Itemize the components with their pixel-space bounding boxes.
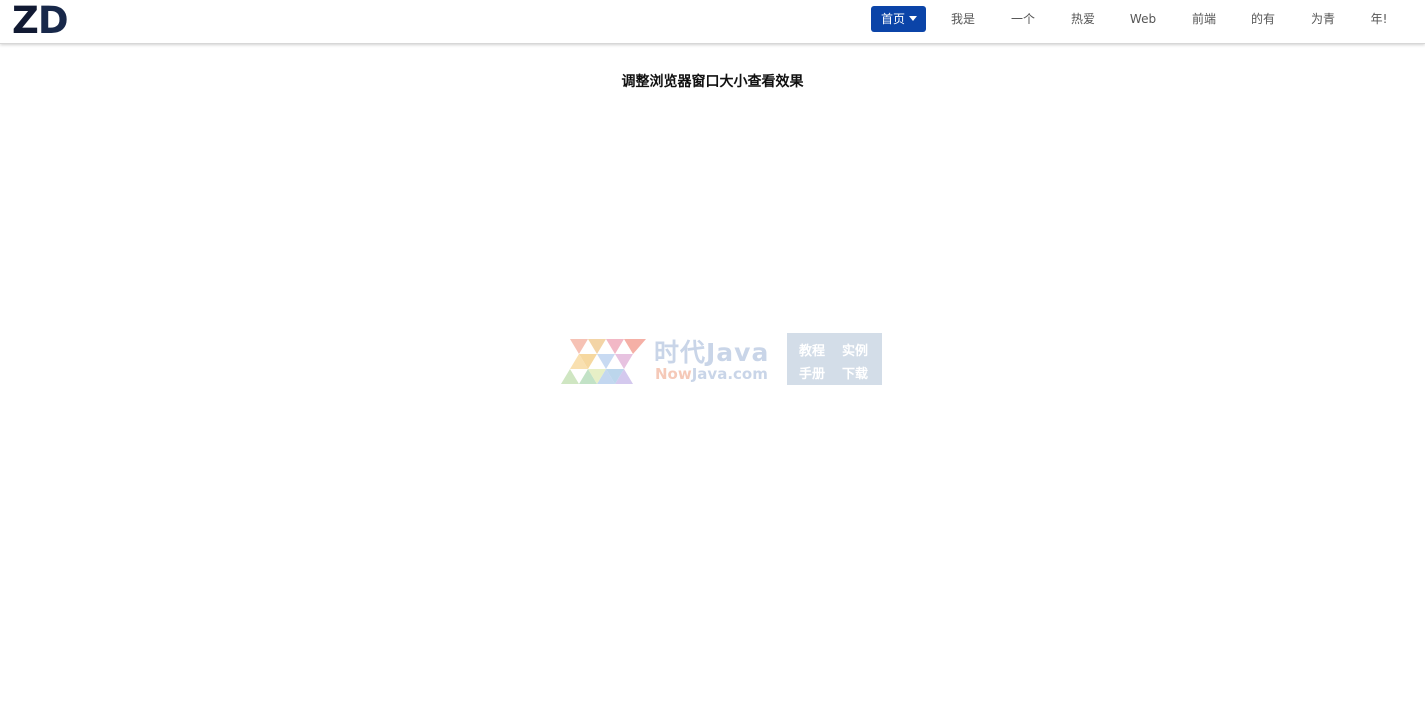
watermark-site-rest: Java.com bbox=[691, 365, 768, 383]
logo[interactable]: ZD bbox=[12, 0, 69, 42]
watermark-box: 教程 实例 手册 下载 bbox=[787, 333, 882, 385]
watermark-site-now: Now bbox=[655, 365, 692, 383]
nav-item-home[interactable]: 首页 bbox=[871, 6, 926, 32]
nav-item-7[interactable]: 为青 bbox=[1305, 6, 1341, 32]
watermark-logo-icon bbox=[561, 339, 646, 384]
logo-letter-z: Z bbox=[12, 0, 39, 42]
nav-item-5[interactable]: 前端 bbox=[1186, 6, 1222, 32]
nav-item-8[interactable]: 年! bbox=[1362, 6, 1396, 32]
watermark: 时代Java NowJava.com 教程 实例 手册 下载 bbox=[558, 333, 888, 388]
watermark-box-label: 手册 bbox=[799, 367, 826, 382]
logo-letter-d: D bbox=[37, 0, 69, 42]
nav-item-4[interactable]: Web bbox=[1124, 6, 1162, 32]
page-title: 调整浏览器窗口大小查看效果 bbox=[621, 74, 804, 90]
nav-item-6[interactable]: 的有 bbox=[1245, 6, 1281, 32]
nav-item-label: 首页 bbox=[881, 12, 906, 26]
watermark-box-label: 实例 bbox=[842, 344, 869, 359]
nav-item-3[interactable]: 热爱 bbox=[1065, 6, 1101, 32]
watermark-name: 时代Java bbox=[654, 338, 770, 367]
watermark-box-label: 下载 bbox=[842, 367, 869, 382]
nav-item-1[interactable]: 我是 bbox=[945, 6, 981, 32]
nav-item-2[interactable]: 一个 bbox=[1005, 6, 1041, 32]
watermark-site: NowJava.com bbox=[655, 365, 768, 383]
top-navbar: ZD 首页 我是 一个 热爱 Web 前端 的有 为青 年! bbox=[0, 0, 1425, 44]
watermark-box-label: 教程 bbox=[799, 344, 826, 359]
chevron-down-icon bbox=[909, 16, 918, 21]
